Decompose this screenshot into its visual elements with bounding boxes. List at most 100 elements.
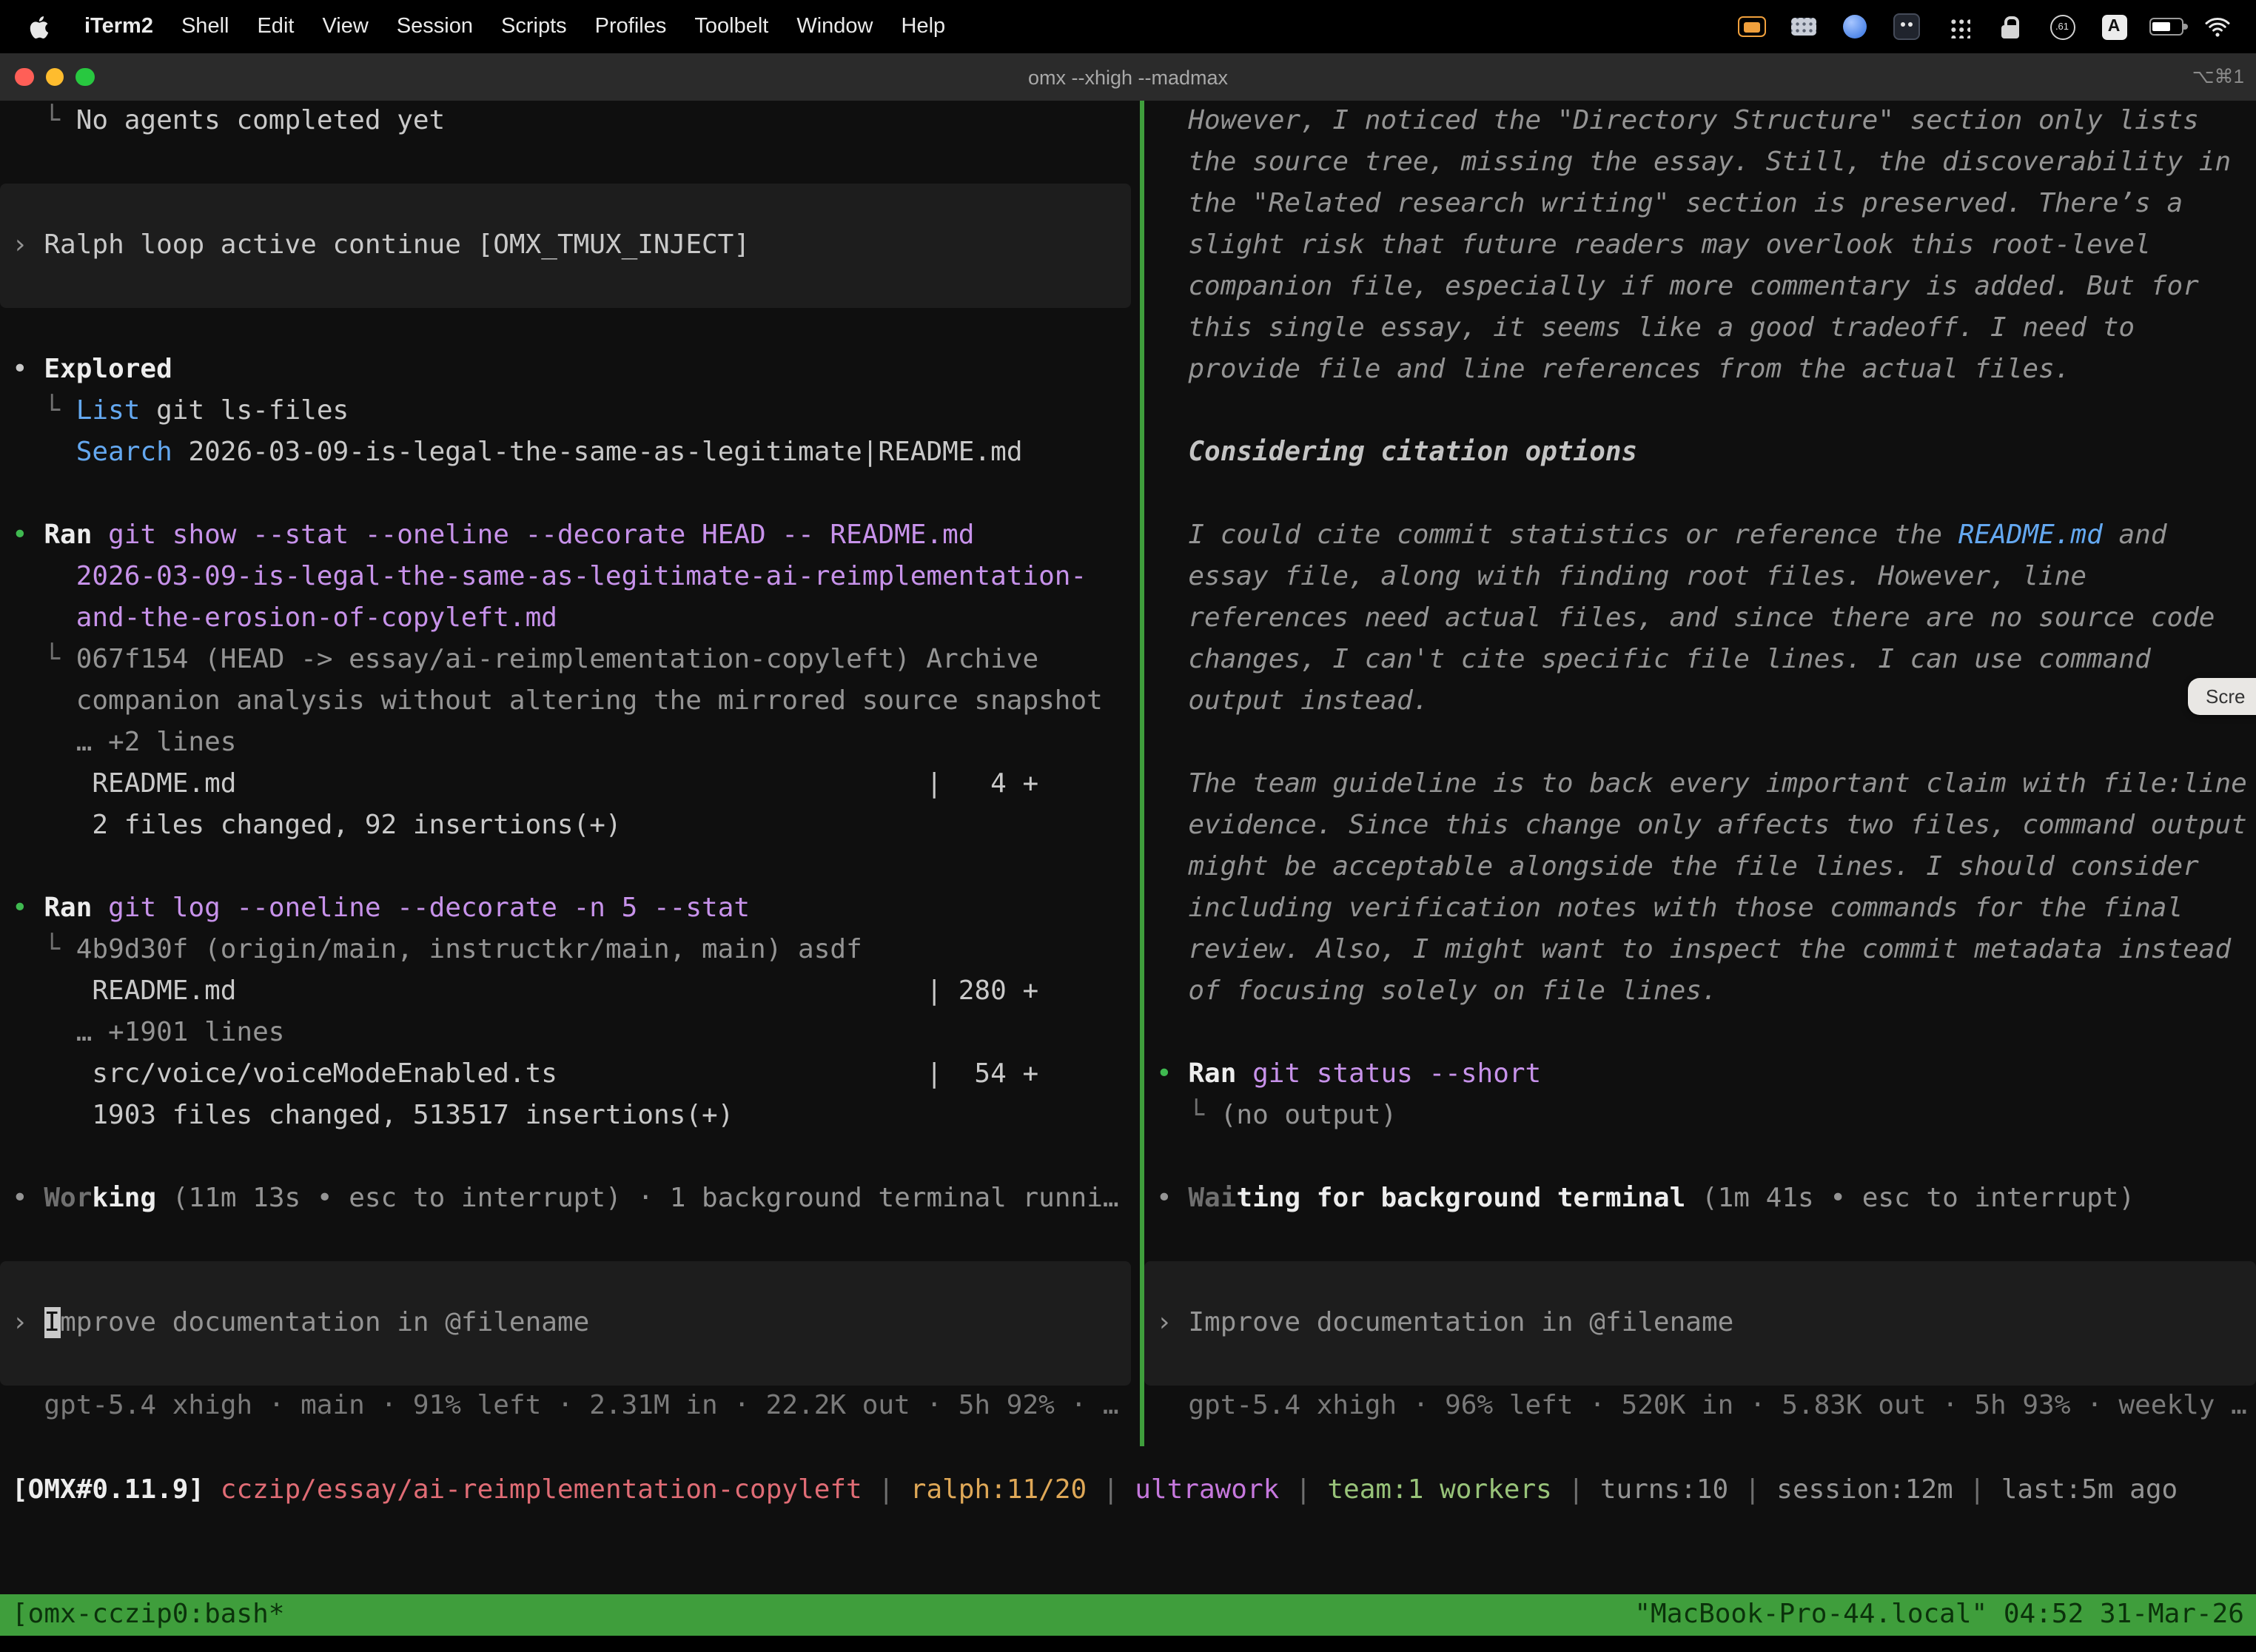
text-segment: ting for background terminal [1236,1183,1685,1214]
omx-status-bar: [OMX#0.11.9] cczip/essay/ai-reimplementa… [0,1470,2256,1511]
gauge-icon[interactable]: .61 [2044,9,2080,44]
minimize-button[interactable] [45,68,64,87]
menu-item-iterm2[interactable]: iTerm2 [84,15,153,38]
zoom-button[interactable] [75,68,94,87]
right-pane[interactable]: However, I noticed the "Directory Struct… [1144,101,2256,1427]
menu-item-window[interactable]: Window [796,15,873,38]
dots-grid-icon[interactable] [1941,9,1976,44]
terminal-line: evidence. Since this change only affects… [1144,805,2256,847]
terminal-line: provide file and line references from th… [1144,349,2256,391]
menu-item-scripts[interactable]: Scripts [501,15,567,38]
text-segment: [OMX#0.11.9] [12,1474,204,1505]
text-segment: • [1156,1058,1188,1089]
menu-item-shell[interactable]: Shell [181,15,229,38]
text-segment: | [1953,1474,2001,1505]
text-segment: essay file, along with finding root file… [1156,561,2087,592]
text-segment: Explored [44,354,172,385]
text-segment: 067f154 (HEAD -> essay/ai-reimplementati… [76,644,1038,675]
text-segment: README.md | 4 + [12,768,1038,799]
text-segment: Wor [44,1183,92,1214]
text-segment: └ [12,644,76,675]
terminal-line: • Ran git log --oneline --decorate -n 5 … [0,888,1140,930]
menu-item-help[interactable]: Help [902,15,946,38]
text-segment [1236,1058,1252,1089]
terminal-line: might be acceptable alongside the file l… [1144,847,2256,888]
screenshot-chip[interactable]: Scre [2188,678,2256,715]
menu-item-view[interactable]: View [322,15,368,38]
wifi-icon[interactable] [2200,9,2235,44]
text-segment: review. Also, I might want to inspect th… [1156,934,2231,965]
inject-banner: › Ralph loop active continue [OMX_TMUX_I… [0,184,1131,308]
input-source-label: A [2101,14,2126,39]
menu-item-toolbelt[interactable]: Toolbelt [694,15,768,38]
text-segment: I could cite commit statistics or refere… [1156,520,1958,551]
text-segment: evidence. Since this change only affects… [1156,810,2247,841]
battery-icon[interactable] [2148,9,2183,44]
text-segment: › [1156,1307,1188,1338]
text-segment: Considering citation options [1156,437,1637,468]
terminal-line: Considering citation options [1144,432,2256,474]
menu-item-edit[interactable]: Edit [257,15,294,38]
text-segment: | [1279,1474,1327,1505]
terminal-line: • Waiting for background terminal (1m 41… [1144,1178,2256,1220]
text-segment: | [862,1474,910,1505]
terminal-line: › Improve documentation in @filename [1144,1303,2256,1344]
text-segment: I [44,1307,60,1338]
blank-line [1144,722,2256,764]
menu-items: iTerm2 Shell Edit View Session Scripts Profile… [84,15,945,38]
blank-line [1144,391,2256,432]
terminal-line: of focusing solely on file lines. [1144,971,2256,1013]
text-segment: slight risk that future readers may over… [1156,229,2151,261]
text-segment: git status --short [1252,1058,1541,1089]
text-segment: └ [12,395,76,426]
input-source-icon[interactable]: A [2096,9,2132,44]
terminal-line: the source tree, missing the essay. Stil… [1144,142,2256,184]
menu-item-profiles[interactable]: Profiles [595,15,667,38]
text-segment: ralph:11/20 [910,1474,1087,1505]
apple-menu-icon[interactable] [21,9,56,44]
text-segment: this single essay, it seems like a good … [1156,312,2135,343]
text-segment [92,893,108,924]
terminal-line: I could cite commit statistics or refere… [1144,515,2256,557]
blank-line [1144,1220,2256,1261]
tmux-status-bar: [omx-cczip0:bash* "MacBook-Pro-44.local"… [0,1594,2256,1636]
blank-line [1144,474,2256,515]
text-segment: Ran [44,893,92,924]
text-segment: gpt-5.4 xhigh · 96% left · 520K in · 5.8… [1156,1390,2247,1421]
text-segment: git ls-files [140,395,349,426]
close-button[interactable] [15,68,33,87]
text-segment: • [12,893,44,924]
terminal-line: essay file, along with finding root file… [1144,557,2256,598]
left-pane[interactable]: └ No agents completed yet› Ralph loop ac… [0,101,1140,1427]
terminal-line: gpt-5.4 xhigh · 96% left · 520K in · 5.8… [1144,1386,2256,1427]
menu-item-session[interactable]: Session [397,15,473,38]
keyboard-icon[interactable] [1785,9,1821,44]
lock-icon[interactable] [1993,9,2028,44]
gauge-label: .61 [2049,14,2075,39]
titlebar[interactable]: omx --xhigh --madmax ⌥⌘1 [0,53,2256,101]
text-segment: src/voice/voiceModeEnabled.ts | 54 + [12,1058,1038,1089]
text-segment: session:12m [1776,1474,1953,1505]
terminal-line: gpt-5.4 xhigh · main · 91% left · 2.31M … [0,1386,1140,1427]
prompt-input[interactable]: › Improve documentation in @filename [1144,1261,2256,1386]
prompt-input[interactable]: › Improve documentation in @filename [0,1261,1131,1386]
text-segment [92,520,108,551]
terminal-line: └ 4b9d30f (origin/main, instructkr/main,… [0,930,1140,971]
text-segment: output instead. [1156,685,1429,716]
terminal-line: └ (no output) [1144,1095,2256,1137]
dark-terminal-app-icon[interactable] [1889,9,1924,44]
text-segment: However, I noticed the "Directory Struct… [1156,105,2199,136]
blue-app-icon[interactable] [1837,9,1873,44]
text-segment: • [1156,1183,1188,1214]
menu-left: iTerm2 Shell Edit View Session Scripts Profile… [21,9,945,44]
terminal-line: └ List git ls-files [0,391,1140,432]
text-segment: (11m 13s • esc to interrupt) · 1 backgro… [156,1183,1118,1214]
text-segment: └ [12,105,76,136]
tmux-session-window[interactable]: [omx-cczip0:bash* [12,1594,284,1636]
terminal-line: Search 2026-03-09-is-legal-the-same-as-l… [0,432,1140,474]
terminal-line: 1903 files changed, 513517 insertions(+) [0,1095,1140,1137]
text-segment: changes, I can't cite specific file line… [1156,644,2151,675]
menubar-status-area: .61 A [1717,9,2235,44]
text-segment: … +1901 lines [12,1017,284,1048]
screen-recording-icon[interactable] [1733,9,1769,44]
